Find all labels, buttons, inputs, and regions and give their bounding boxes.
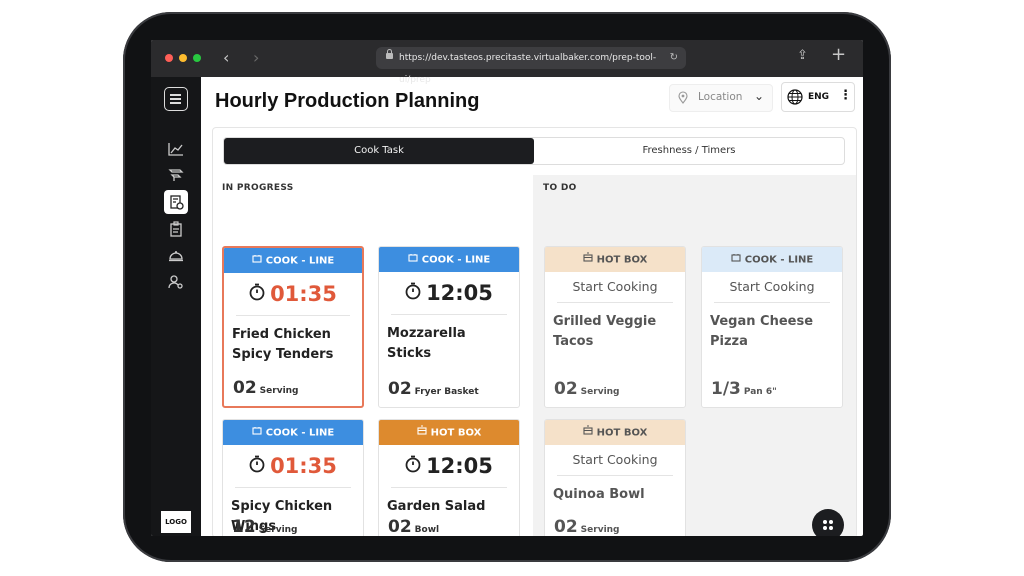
stopwatch-icon bbox=[249, 454, 265, 478]
task-quantity: 02 Fryer Basket bbox=[388, 379, 479, 399]
pipeline-icon[interactable] bbox=[164, 163, 188, 187]
language-label: ENG bbox=[808, 92, 830, 102]
start-cooking-button[interactable]: Start Cooking bbox=[714, 272, 830, 303]
chart-icon[interactable] bbox=[164, 137, 188, 161]
task-card[interactable]: COOK - LINE 01:35 Spicy Chicken Wings 12… bbox=[222, 419, 364, 536]
task-name: Vegan Cheese Pizza bbox=[710, 314, 814, 349]
task-card[interactable]: HOT BOX 12:05 Garden Salad 02 Bowl bbox=[378, 419, 520, 536]
language-selector[interactable]: ENG ⋮ bbox=[781, 82, 855, 112]
apps-menu-button[interactable] bbox=[812, 509, 844, 536]
station-badge: HOT BOX bbox=[545, 420, 685, 445]
task-quantity: 1/3 Pan 6" bbox=[711, 379, 777, 399]
location-placeholder: Location bbox=[698, 91, 743, 103]
hot-box-icon bbox=[583, 420, 593, 445]
timer: 01:35 bbox=[235, 445, 351, 488]
browser-chrome: ‹ › https://dev.tasteos.precitaste.virtu… bbox=[151, 40, 863, 85]
task-quantity: 02 Bowl bbox=[388, 517, 440, 536]
tab-freshness-timers[interactable]: Freshness / Timers bbox=[534, 138, 844, 164]
share-icon[interactable]: ⇪ bbox=[797, 48, 808, 63]
timer: 12:05 bbox=[391, 445, 507, 488]
start-cooking-button[interactable]: Start Cooking bbox=[557, 272, 673, 303]
task-card[interactable]: COOK - LINE 01:35 Fried Chicken Spicy Te… bbox=[222, 246, 364, 408]
location-pin-icon bbox=[678, 91, 688, 107]
lock-icon bbox=[386, 49, 393, 59]
clipboard-icon[interactable] bbox=[164, 217, 188, 241]
new-tab-icon[interactable]: + bbox=[831, 44, 846, 65]
task-name: Grilled Veggie Tacos bbox=[553, 314, 657, 349]
back-icon[interactable]: ‹ bbox=[223, 48, 229, 67]
forward-icon[interactable]: › bbox=[253, 48, 259, 67]
cloche-icon[interactable] bbox=[164, 243, 188, 267]
cook-line-icon bbox=[731, 247, 741, 272]
station-badge: COOK - LINE bbox=[224, 248, 362, 273]
station-badge: COOK - LINE bbox=[379, 247, 519, 272]
station-badge: COOK - LINE bbox=[223, 420, 363, 445]
tab-bar: Cook Task Freshness / Timers bbox=[223, 137, 845, 165]
url-text: https://dev.tasteos.precitaste.virtualba… bbox=[399, 53, 657, 85]
timer: 01:35 bbox=[236, 273, 350, 316]
more-options-icon[interactable]: ⋮ bbox=[839, 88, 852, 103]
station-badge: COOK - LINE bbox=[702, 247, 842, 272]
task-card[interactable]: HOT BOX Start Cooking Quinoa Bowl 02 Serv… bbox=[544, 419, 686, 536]
hot-box-icon bbox=[583, 247, 593, 272]
prep-list-icon[interactable] bbox=[164, 190, 188, 214]
station-badge: HOT BOX bbox=[545, 247, 685, 272]
tab-cook-task[interactable]: Cook Task bbox=[224, 138, 534, 164]
task-name: Fried Chicken Spicy Tenders bbox=[232, 327, 334, 362]
minimize-window-icon[interactable] bbox=[179, 54, 187, 62]
to-do-title: TO DO bbox=[543, 183, 577, 193]
task-card[interactable]: HOT BOX Start Cooking Grilled Veggie Tac… bbox=[544, 246, 686, 408]
task-card[interactable]: COOK - LINE Start Cooking Vegan Cheese P… bbox=[701, 246, 843, 408]
start-cooking-button[interactable]: Start Cooking bbox=[557, 445, 673, 476]
task-quantity: 02 Serving bbox=[554, 379, 620, 399]
location-select[interactable]: Location ⌄ bbox=[669, 84, 773, 112]
menu-icon[interactable] bbox=[164, 87, 188, 111]
station-badge: HOT BOX bbox=[379, 420, 519, 445]
page-title: Hourly Production Planning bbox=[215, 90, 480, 112]
screen: ‹ › https://dev.tasteos.precitaste.virtu… bbox=[151, 40, 863, 536]
maximize-window-icon[interactable] bbox=[193, 54, 201, 62]
cook-line-icon bbox=[252, 248, 262, 273]
task-quantity: 02 Serving bbox=[554, 517, 620, 536]
task-quantity: 02 Serving bbox=[233, 378, 299, 398]
cook-line-icon bbox=[252, 420, 262, 445]
address-bar[interactable]: https://dev.tasteos.precitaste.virtualba… bbox=[376, 47, 686, 85]
sidebar: LOGO bbox=[151, 77, 201, 536]
stopwatch-icon bbox=[405, 454, 421, 478]
reload-icon[interactable]: ↻ bbox=[670, 47, 678, 69]
users-settings-icon[interactable] bbox=[164, 270, 188, 294]
cook-line-icon bbox=[408, 247, 418, 272]
timer: 12:05 bbox=[391, 272, 507, 315]
task-quantity: 12 Serving bbox=[232, 517, 298, 536]
task-name: Mozzarella Sticks bbox=[387, 326, 466, 361]
task-card[interactable]: COOK - LINE 12:05 Mozzarella Sticks 02 Fr… bbox=[378, 246, 520, 408]
globe-icon bbox=[787, 89, 803, 108]
hot-box-icon bbox=[417, 420, 427, 445]
stopwatch-icon bbox=[249, 282, 265, 306]
close-window-icon[interactable] bbox=[165, 54, 173, 62]
in-progress-title: IN PROGRESS bbox=[222, 183, 294, 193]
logo: LOGO bbox=[161, 511, 191, 533]
task-board: Cook Task Freshness / Timers IN PROGRESS… bbox=[212, 127, 857, 536]
chevron-down-icon: ⌄ bbox=[754, 89, 765, 103]
stopwatch-icon bbox=[405, 281, 421, 305]
